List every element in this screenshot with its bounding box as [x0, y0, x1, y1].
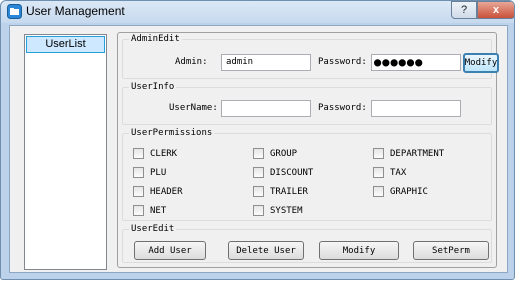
checkbox-box — [133, 186, 144, 197]
username-input[interactable] — [221, 100, 311, 117]
checkbox-box — [253, 148, 264, 159]
user-password-label: Password: — [318, 103, 367, 113]
client-area: UserList AdminEdit Admin: admin Password… — [9, 25, 508, 273]
admin-input[interactable]: admin — [221, 54, 311, 71]
user-permissions-legend: UserPermissions — [129, 127, 215, 139]
system-checkbox[interactable]: SYSTEM — [253, 205, 303, 216]
checkbox-box — [373, 167, 384, 178]
checkbox-box — [373, 186, 384, 197]
checkbox-label: PLU — [150, 167, 167, 178]
checkbox-label: GROUP — [270, 148, 298, 159]
close-icon: x — [492, 4, 500, 16]
tax-checkbox[interactable]: TAX — [373, 167, 406, 178]
app-icon — [7, 4, 22, 19]
checkbox-label: DEPARTMENT — [390, 148, 445, 159]
help-button[interactable]: ? — [451, 1, 477, 19]
admin-password-input[interactable]: ●●●●●● — [371, 54, 461, 71]
user-management-window: User Management ? x UserList AdminEdit A… — [0, 0, 515, 280]
trailer-checkbox[interactable]: TRAILER — [253, 186, 308, 197]
admin-label: Admin: — [175, 57, 208, 67]
checkbox-label: GRAPHIC — [390, 186, 428, 197]
modify-admin-button[interactable]: Modify — [463, 53, 499, 73]
user-edit-group: UserEdit Add User Delete User Modify Set… — [122, 223, 492, 263]
user-password-input[interactable] — [371, 100, 461, 117]
checkbox-box — [373, 148, 384, 159]
checkbox-label: SYSTEM — [270, 205, 303, 216]
clerk-checkbox[interactable]: CLERK — [133, 148, 177, 159]
user-info-legend: UserInfo — [129, 81, 177, 93]
checkbox-label: CLERK — [150, 148, 178, 159]
setperm-button[interactable]: SetPerm — [413, 241, 489, 260]
checkbox-label: NET — [150, 205, 167, 216]
plu-checkbox[interactable]: PLU — [133, 167, 166, 178]
checkbox-label: TAX — [390, 167, 407, 178]
checkbox-box — [253, 205, 264, 216]
user-permissions-group: UserPermissions CLERK GROUP DEPARTMENT P… — [122, 127, 492, 221]
checkbox-box — [133, 205, 144, 216]
checkbox-box — [133, 148, 144, 159]
net-checkbox[interactable]: NET — [133, 205, 166, 216]
user-info-group: UserInfo UserName: Password: — [122, 81, 492, 125]
checkbox-box — [253, 186, 264, 197]
checkbox-box — [133, 167, 144, 178]
checkbox-box — [253, 167, 264, 178]
group-checkbox[interactable]: GROUP — [253, 148, 297, 159]
user-edit-legend: UserEdit — [129, 223, 177, 235]
header-checkbox[interactable]: HEADER — [133, 186, 183, 197]
delete-user-button[interactable]: Delete User — [228, 241, 304, 260]
department-checkbox[interactable]: DEPARTMENT — [373, 148, 444, 159]
user-list-item[interactable]: UserList — [26, 36, 105, 53]
main-panel: AdminEdit Admin: admin Password: ●●●●●● … — [117, 32, 499, 268]
title-bar[interactable]: User Management ? x — [1, 1, 514, 23]
modify-user-button[interactable]: Modify — [319, 241, 399, 260]
close-button[interactable]: x — [477, 1, 514, 19]
checkbox-label: DISCOUNT — [270, 167, 314, 178]
add-user-button[interactable]: Add User — [134, 241, 206, 260]
user-list[interactable]: UserList — [24, 34, 107, 270]
username-label: UserName: — [169, 103, 218, 113]
admin-edit-legend: AdminEdit — [129, 33, 182, 45]
admin-password-label: Password: — [318, 57, 367, 67]
checkbox-label: HEADER — [150, 186, 183, 197]
graphic-checkbox[interactable]: GRAPHIC — [373, 186, 428, 197]
checkbox-label: TRAILER — [270, 186, 308, 197]
help-icon: ? — [460, 4, 468, 16]
window-title: User Management — [26, 4, 125, 18]
admin-edit-group: AdminEdit Admin: admin Password: ●●●●●● … — [122, 33, 499, 79]
discount-checkbox[interactable]: DISCOUNT — [253, 167, 313, 178]
